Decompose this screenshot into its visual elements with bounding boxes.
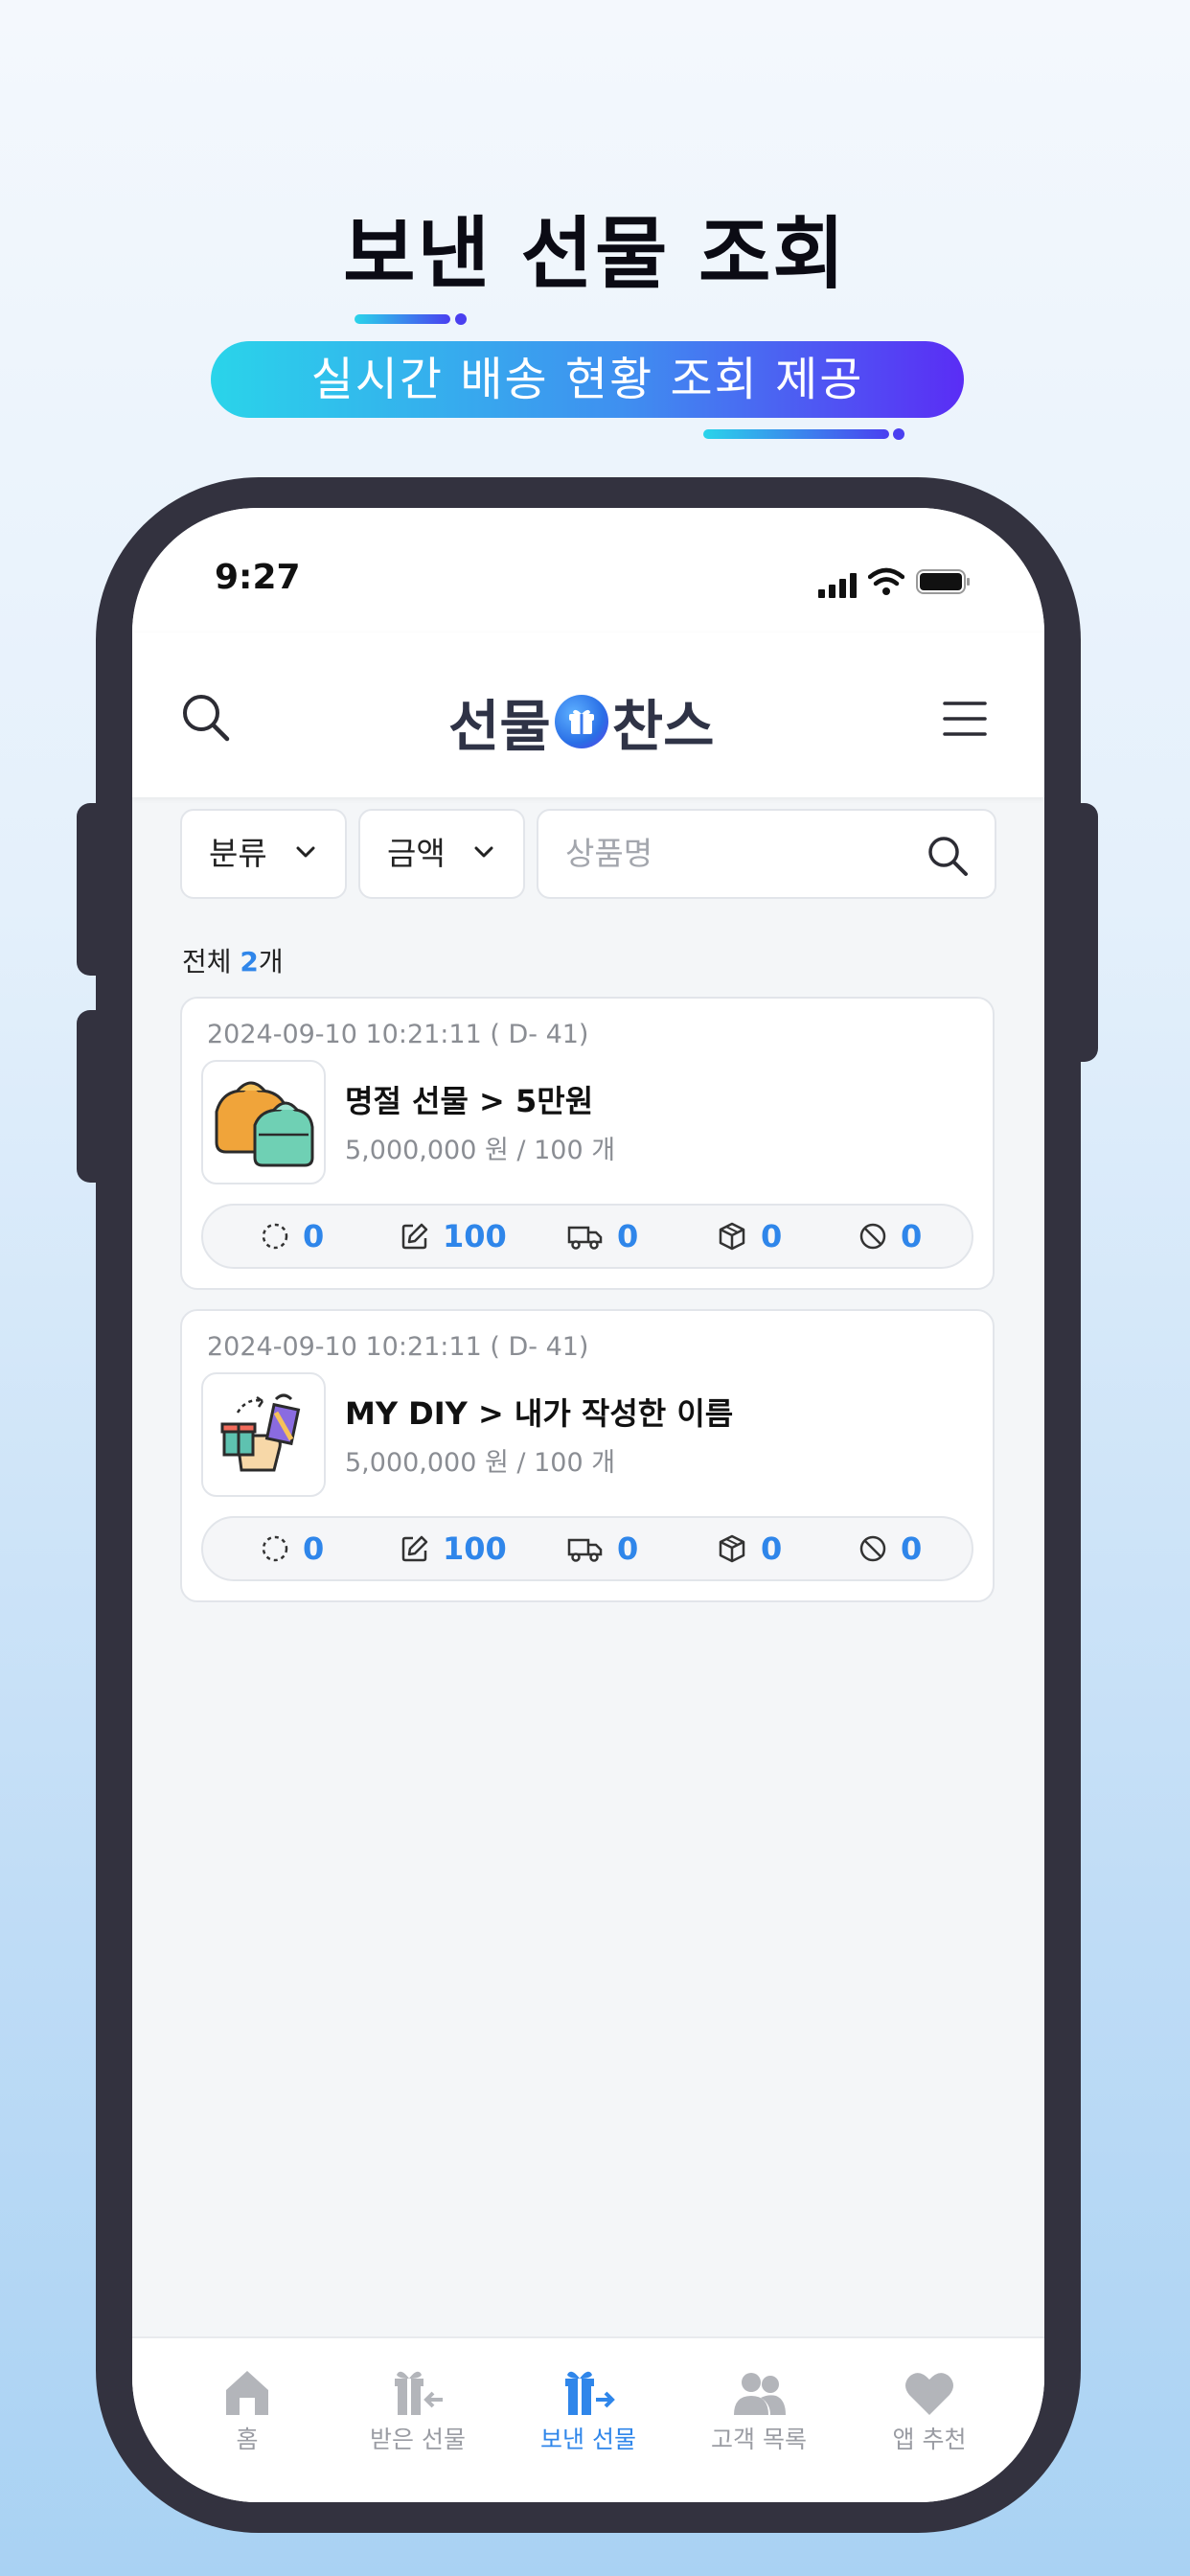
order-title: MY DIY > 내가 작성한 이름 (345, 1395, 734, 1432)
gift-logo-icon (554, 695, 608, 748)
total-suffix: 개 (258, 946, 284, 978)
app-header: 선물 찬스 (132, 632, 1044, 797)
status-pending[interactable]: 0 (261, 1518, 324, 1579)
pending-circle-icon (262, 1223, 288, 1250)
total-prefix: 전체 (182, 946, 240, 978)
tab-label: 받은 선물 (370, 2426, 466, 2453)
cancel-icon (859, 1223, 886, 1250)
order-title: 명절 선물 > 5만원 (345, 1083, 594, 1119)
search-icon[interactable] (180, 692, 232, 744)
logo-text-left: 선물 (448, 694, 551, 759)
status-delivered[interactable]: 0 (717, 1206, 782, 1267)
logo-text-right: 찬스 (611, 694, 715, 759)
product-search-box[interactable]: 상품명 (537, 809, 996, 899)
status-written[interactable]: 100 (400, 1518, 507, 1579)
received-gift-icon (395, 2371, 443, 2415)
tab-label: 보낸 선물 (540, 2426, 636, 2453)
tab-label: 홈 (236, 2426, 259, 2453)
amount-filter[interactable]: 금액 (358, 809, 525, 899)
order-date: 2024-09-10 10:21:11 ( D- 41) (207, 1332, 589, 1362)
truck-icon (567, 1538, 603, 1562)
pending-circle-icon (262, 1535, 288, 1562)
cancelled-count: 0 (901, 1530, 923, 1567)
edit-icon (401, 1535, 428, 1562)
chevron-down-icon (296, 846, 315, 858)
total-count: 전체 2개 (182, 941, 284, 979)
decor-line (703, 429, 889, 439)
product-search-input[interactable]: 상품명 (565, 811, 652, 897)
status-bar: 9:27 (132, 508, 1044, 632)
delivered-count: 0 (761, 1530, 783, 1567)
truck-icon (567, 1226, 603, 1250)
tab-label: 앱 추천 (892, 2426, 967, 2453)
promo-banner: 실시간 배송 현황 조회 제공 (211, 341, 964, 418)
tab-home[interactable]: 홈 (175, 2363, 319, 2455)
tab-sent-gifts[interactable]: 보낸 선물 (516, 2363, 660, 2455)
home-icon (226, 2371, 268, 2415)
battery-icon (916, 569, 970, 594)
status-cancelled[interactable]: 0 (858, 1206, 922, 1267)
delivered-count: 0 (761, 1218, 783, 1254)
cancel-icon (859, 1535, 886, 1562)
status-written[interactable]: 100 (400, 1206, 507, 1267)
tab-customers[interactable]: 고객 목록 (687, 2363, 831, 2455)
gift-bundle-icon (215, 1081, 314, 1167)
status-shipping[interactable]: 0 (567, 1206, 638, 1267)
phone-screen: 9:27 선물 찬스 분류 금액 상품명 전체 2개 2024-09-10 10… (132, 508, 1044, 2502)
edit-icon (401, 1223, 428, 1250)
order-card[interactable]: 2024-09-10 10:21:11 ( D- 41) 명절 선물 > 5만원… (180, 997, 995, 1290)
amount-filter-label: 금액 (387, 835, 446, 872)
decor-dot (893, 428, 904, 440)
category-filter[interactable]: 분류 (180, 809, 347, 899)
product-thumbnail (201, 1372, 326, 1497)
order-card[interactable]: 2024-09-10 10:21:11 ( D- 41) MY DIY > 내가… (180, 1309, 995, 1602)
status-cancelled[interactable]: 0 (858, 1518, 922, 1579)
signal-icon (818, 573, 858, 598)
written-count: 100 (443, 1530, 507, 1567)
order-price-qty: 5,000,000 원 / 100 개 (345, 1136, 616, 1165)
customers-icon (734, 2373, 786, 2415)
package-icon (719, 1534, 745, 1563)
status-pending[interactable]: 0 (261, 1206, 324, 1267)
tab-app-recommend[interactable]: 앱 추천 (858, 2363, 1001, 2455)
pending-count: 0 (303, 1218, 325, 1254)
sent-gift-icon (565, 2371, 615, 2415)
decor-line (355, 314, 450, 324)
delivery-status-bar: 0 100 0 0 0 (201, 1516, 973, 1581)
phone-frame: 9:27 선물 찬스 분류 금액 상품명 전체 2개 2024-09-10 10… (96, 477, 1081, 2533)
app-logo[interactable]: 선물 찬스 (448, 688, 714, 759)
wifi-icon (868, 567, 904, 595)
category-filter-label: 분류 (209, 835, 267, 872)
package-icon (719, 1222, 745, 1251)
search-icon[interactable] (926, 834, 970, 878)
menu-icon[interactable] (943, 700, 987, 738)
status-delivered[interactable]: 0 (717, 1518, 782, 1579)
status-time: 9:27 (215, 558, 301, 597)
order-date: 2024-09-10 10:21:11 ( D- 41) (207, 1020, 589, 1049)
cancelled-count: 0 (901, 1218, 923, 1254)
total-number: 2 (240, 946, 259, 978)
decor-dot (455, 313, 467, 325)
order-price-qty: 5,000,000 원 / 100 개 (345, 1448, 616, 1478)
tab-received-gifts[interactable]: 받은 선물 (346, 2363, 490, 2455)
heart-icon (905, 2373, 953, 2415)
written-count: 100 (443, 1218, 507, 1254)
promo-headline: 보낸 선물 조회 (343, 209, 847, 300)
shipping-count: 0 (617, 1530, 639, 1567)
bottom-tab-bar: 홈 받은 선물 보낸 선물 고객 목록 앱 추천 (132, 2336, 1044, 2502)
status-shipping[interactable]: 0 (567, 1518, 638, 1579)
gift-exchange-icon (220, 1393, 301, 1472)
product-thumbnail (201, 1060, 326, 1184)
tab-label: 고객 목록 (711, 2426, 807, 2453)
delivery-status-bar: 0 100 0 0 0 (201, 1204, 973, 1269)
chevron-down-icon (474, 846, 493, 858)
pending-count: 0 (303, 1530, 325, 1567)
shipping-count: 0 (617, 1218, 639, 1254)
